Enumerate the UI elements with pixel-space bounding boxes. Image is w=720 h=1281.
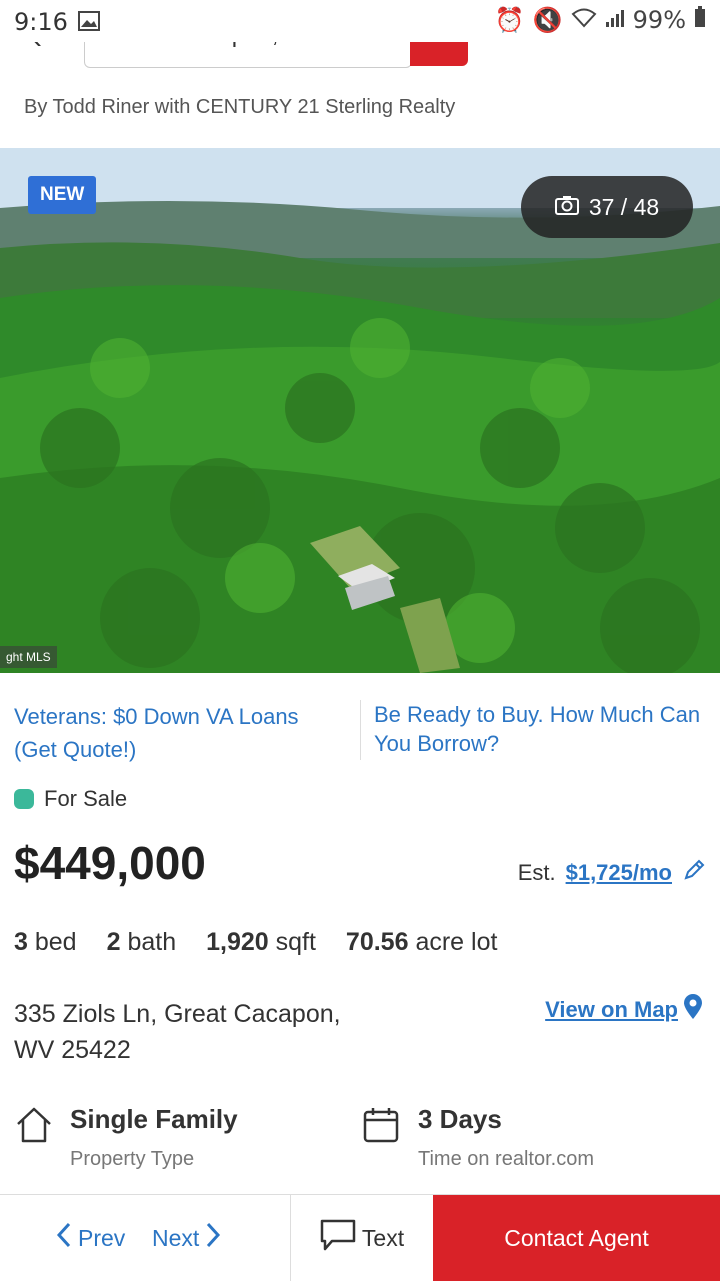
listing-price: $449,000 [14,837,206,889]
time-on-site-label: Time on realtor.com [418,1148,594,1170]
next-button[interactable]: Next [152,1195,221,1281]
mls-watermark: ght MLS [0,646,57,668]
battery-icon [694,6,706,34]
prev-label: Prev [78,1224,126,1251]
battery-percent: 99% [632,6,686,34]
beds-stat: 3 bed [14,928,77,956]
chat-bubble-icon [320,1219,356,1257]
listing-address: 335 Ziols Ln, Great Cacapon, WV 25422 [14,996,434,1068]
listing-status: For Sale [14,786,127,812]
status-time: 9:16 [14,8,68,36]
view-on-map-label: View on Map [545,997,678,1022]
baths-stat: 2 bath [106,928,177,956]
mute-icon: 🔇 [532,6,563,34]
signal-icon [605,6,625,34]
edit-pencil-icon[interactable] [682,858,706,888]
status-dot-icon [14,789,34,809]
wifi-icon [571,6,597,34]
prev-button[interactable]: Prev [56,1195,125,1281]
chevron-right-icon [205,1222,221,1254]
new-badge: NEW [28,176,97,214]
text-label: Text [361,1224,405,1251]
property-type-label: Property Type [70,1148,195,1170]
promo-divider [360,700,361,760]
status-bar: 9:16 ⏰ 🔇 99% [0,0,720,42]
camera-icon [554,194,579,221]
alarm-icon: ⏰ [494,6,525,34]
est-label: Est. [517,860,556,885]
property-type-value: Single Family [70,1104,238,1134]
monthly-payment-link[interactable]: $1,725/mo [566,860,672,886]
view-on-map-link[interactable]: View on Map [545,994,704,1026]
sqft-stat: 1,920 sqft [206,928,316,956]
time-on-site-value: 3 Days [418,1104,502,1134]
chevron-left-icon [56,1222,72,1254]
address-line-1: 335 Ziols Ln, Great Cacapon, [14,1000,341,1028]
status-label: For Sale [44,786,128,811]
borrow-calculator-link[interactable]: Be Ready to Buy. How Much Can You Borrow… [374,700,704,758]
gallery-notification-icon [78,11,100,35]
text-agent-button[interactable]: Text [290,1195,433,1281]
lot-stat: 70.56 acre lot [345,928,498,956]
house-icon [14,1106,54,1149]
listing-byline: By Todd Riner with CENTURY 21 Sterling R… [24,96,456,118]
estimated-payment: Est. $1,725/mo [518,858,706,888]
photo-counter-label: 37 / 48 [588,193,660,220]
listing-stats: 3 bed 2 bath 1,920 sqft 70.56 acre lot [14,928,497,957]
map-pin-icon [682,994,704,1026]
address-line-2: WV 25422 [14,1036,131,1064]
contact-agent-button[interactable]: Contact Agent [433,1195,720,1281]
calendar-icon [362,1106,400,1149]
photo-counter[interactable]: 37 / 48 [521,176,693,238]
next-label: Next [152,1224,200,1251]
va-loans-link[interactable]: Veterans: $0 Down VA Loans (Get Quote!) [14,700,344,766]
bottom-action-bar: Prev Next Text Contact Agent [0,1194,720,1281]
